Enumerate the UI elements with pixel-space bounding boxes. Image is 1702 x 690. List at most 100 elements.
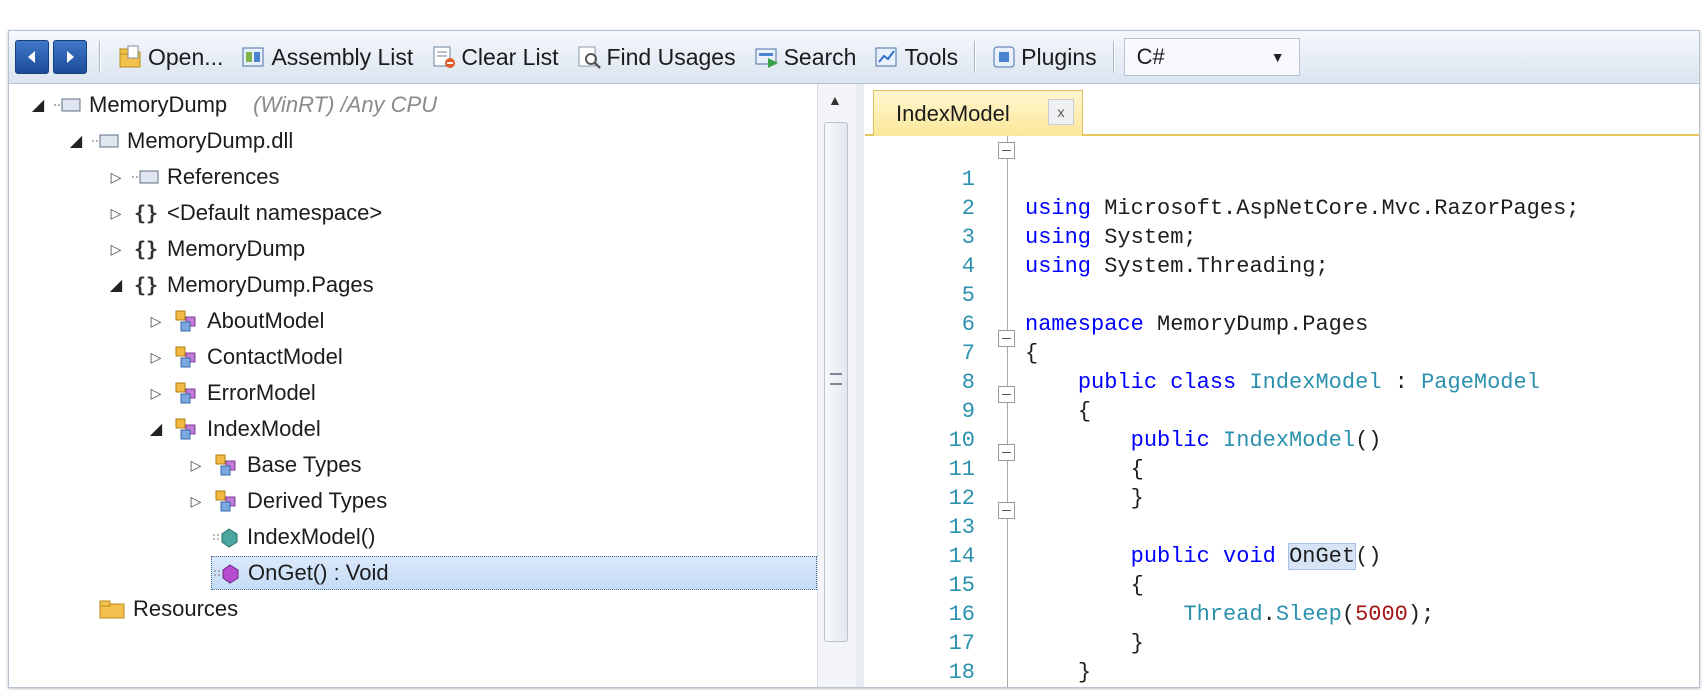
clear-list-button[interactable]: Clear List [425, 37, 564, 77]
scroll-up-arrow-icon[interactable]: ▲ [828, 92, 842, 108]
tree-label-references: References [167, 164, 280, 189]
derived-types-icon [211, 488, 241, 514]
tree-label-onget: OnGet() : Void [248, 560, 389, 585]
decompiled-code-view: IndexModel x 1 using Microsoft.AspNetCor… [865, 84, 1699, 687]
code-line: 18 } [865, 629, 1699, 685]
tree-node-ctor[interactable]: IndexModel() [211, 520, 375, 554]
constructor-method-icon [211, 524, 241, 550]
code-line: 11 } [865, 426, 1699, 511]
tree-node-dll[interactable]: ◢ MemoryDump.dll [67, 124, 293, 158]
open-folder-icon [119, 45, 141, 68]
tree-label-base-types: Base Types [247, 452, 362, 477]
expand-triangle-icon[interactable]: ▷ [147, 313, 165, 330]
assembly-list-icon [242, 47, 264, 67]
expand-triangle-icon[interactable]: ▷ [107, 169, 125, 186]
tree-node-indexmodel[interactable]: ◢ IndexModel [147, 412, 321, 446]
tree-label-namespace-pages: MemoryDump.Pages [167, 272, 374, 297]
tab-label: IndexModel [896, 100, 1010, 126]
code-line: 6 { [865, 281, 1699, 366]
pane-splitter[interactable] [856, 84, 864, 687]
folder-icon [97, 596, 127, 622]
plugins-label: Plugins [1021, 43, 1097, 70]
tree-label-dll: MemoryDump.dll [127, 128, 294, 153]
tree-assembly-info: (WinRT) /Any CPU [253, 92, 438, 117]
code-line: 16 } [865, 571, 1699, 656]
tree-node-base-types[interactable]: ▷ Base Types [187, 448, 362, 482]
tab-indexmodel[interactable]: IndexModel x [873, 90, 1083, 136]
tree-label-contactmodel: ContactModel [207, 344, 343, 369]
code-line: 17 } [865, 600, 1699, 685]
expand-triangle-icon[interactable]: ▷ [147, 385, 165, 402]
tree-node-derived-types[interactable]: ▷ Derived Types [187, 484, 388, 518]
open-button[interactable]: Open... [112, 37, 229, 77]
collapse-triangle-icon[interactable]: ◢ [29, 95, 47, 115]
find-usages-button[interactable]: Find Usages [570, 37, 741, 77]
class-icon [171, 380, 201, 406]
expand-triangle-icon[interactable]: ▷ [187, 493, 205, 510]
expand-triangle-icon[interactable]: ▷ [107, 241, 125, 258]
tools-label: Tools [904, 43, 959, 70]
assembly-list-button[interactable]: Assembly List [235, 37, 419, 77]
tree-label-namespace-memorydump: MemoryDump [167, 236, 306, 261]
collapse-triangle-icon[interactable]: ◢ [107, 275, 125, 295]
code-line: 3 using System.Threading; [865, 194, 1699, 279]
tools-button[interactable]: Tools [868, 37, 964, 77]
forward-button[interactable] [53, 40, 87, 74]
expand-triangle-icon[interactable]: ▷ [187, 457, 205, 474]
language-select[interactable]: C# ▼ [1123, 38, 1300, 76]
chevron-down-icon: ▼ [1270, 49, 1285, 65]
code-editor[interactable]: 1 using Microsoft.AspNetCore.Mvc.RazorPa… [865, 136, 1699, 687]
namespace-icon: {} [133, 201, 159, 225]
code-line: 9 public IndexModel() [865, 368, 1699, 453]
code-line: 10 { [865, 397, 1699, 482]
tree-node-resources[interactable]: Resources [97, 592, 238, 626]
tree-scrollbar[interactable]: ▲ [817, 84, 856, 687]
tree-node-aboutmodel[interactable]: ▷ AboutModel [147, 304, 325, 338]
code-line: 14 { [865, 513, 1699, 598]
class-icon [171, 308, 201, 334]
tree-node-references[interactable]: ▷ References [107, 160, 280, 194]
method-icon [212, 560, 242, 586]
line-number: 18 [948, 660, 975, 685]
class-icon [171, 416, 201, 442]
code-line: 1 using Microsoft.AspNetCore.Mvc.RazorPa… [865, 136, 1699, 221]
search-button[interactable]: Search [748, 37, 863, 77]
tree-label-assembly: MemoryDump [89, 92, 228, 117]
collapse-triangle-icon[interactable]: ◢ [147, 419, 165, 439]
references-icon [131, 164, 161, 190]
tree-label-derived-types: Derived Types [247, 488, 388, 513]
scrollbar-thumb[interactable] [824, 122, 848, 642]
tab-strip: IndexModel x [865, 84, 1699, 136]
code-line: 7 public class IndexModel : PageModel [865, 310, 1699, 395]
code-text: } [1077, 660, 1092, 685]
class-icon [171, 344, 201, 370]
tree-node-namespace-memorydump[interactable]: ▷ {} MemoryDump [107, 232, 306, 266]
tree-node-default-namespace[interactable]: ▷ {} <Default namespace> [107, 196, 383, 230]
find-usages-label: Find Usages [606, 43, 736, 70]
toolbar-separator [99, 41, 100, 73]
open-label: Open... [148, 43, 224, 70]
tree-node-namespace-pages[interactable]: ◢ {} MemoryDump.Pages [107, 268, 374, 302]
clear-list-label: Clear List [461, 43, 559, 70]
search-icon [755, 48, 778, 68]
close-icon[interactable]: x [1048, 99, 1074, 125]
tree-node-contactmodel[interactable]: ▷ ContactModel [147, 340, 343, 374]
tree-label-resources: Resources [133, 596, 239, 621]
back-button[interactable] [15, 40, 49, 74]
search-label: Search [783, 43, 857, 70]
collapse-triangle-icon[interactable]: ◢ [67, 131, 85, 151]
tree-node-errormodel[interactable]: ▷ ErrorModel [147, 376, 316, 410]
plugins-icon [993, 46, 1015, 68]
code-line: 12 [865, 455, 1699, 511]
toolbar: Open... Assembly List Clear List Find Us… [9, 31, 1699, 84]
assembly-tree[interactable]: ◢ MemoryDump (WinRT) /Any CPU ◢ MemoryDu… [9, 84, 817, 687]
tree-node-assembly[interactable]: ◢ MemoryDump (WinRT) /Any CPU [29, 88, 437, 122]
assembly-icon [53, 92, 83, 118]
expand-triangle-icon[interactable]: ▷ [107, 205, 125, 222]
code-line: 2 using System; [865, 165, 1699, 250]
assembly-list-label: Assembly List [271, 43, 414, 70]
plugins-button[interactable]: Plugins [985, 37, 1102, 77]
tree-node-onget[interactable]: OnGet() : Void [211, 556, 817, 590]
ilspy-window: Open... Assembly List Clear List Find Us… [8, 30, 1700, 688]
expand-triangle-icon[interactable]: ▷ [147, 349, 165, 366]
